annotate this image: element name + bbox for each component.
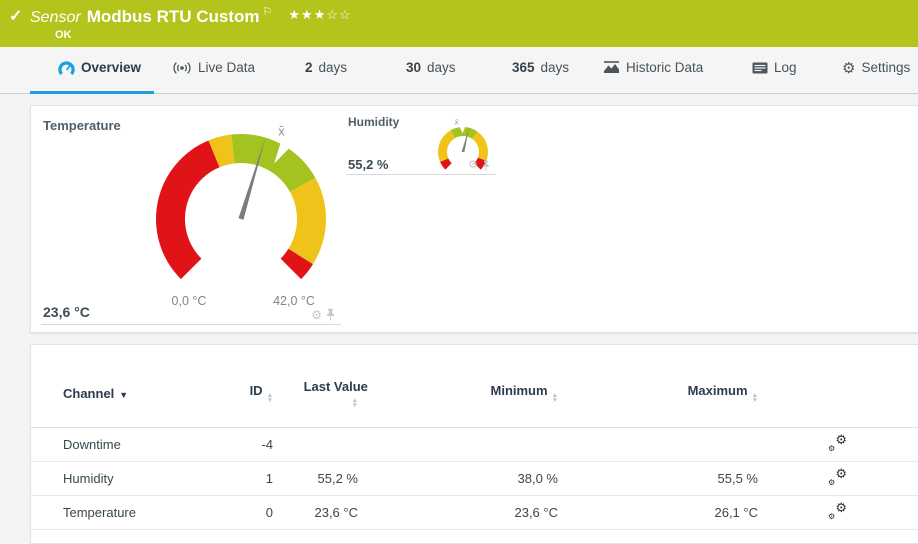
gauge-settings-gear-icon[interactable]: ⚙ xyxy=(311,309,322,321)
object-kind-label: Sensor xyxy=(30,9,81,26)
column-label: Maximum xyxy=(687,382,748,398)
temperature-gauge: x̄ xyxy=(156,124,326,280)
pin-icon[interactable] xyxy=(326,308,335,321)
column-label: Channel xyxy=(63,385,115,401)
gear-icon: ⚙ xyxy=(842,58,856,77)
flag-icon[interactable]: ⚐ xyxy=(263,6,273,18)
table-row-temperature[interactable]: Temperature 0 23,6 °C 23,6 °C 26,1 °C ⚙ ⚙ xyxy=(31,496,918,530)
tab-label: Overview xyxy=(81,60,142,75)
sort-desc-icon: ▼ xyxy=(119,389,129,400)
historic-chart-icon xyxy=(603,61,620,74)
live-data-icon xyxy=(172,61,192,75)
tab-label: Log xyxy=(774,60,797,75)
tab-2-days[interactable]: 2 days xyxy=(305,60,347,75)
tab-label: days xyxy=(540,60,570,75)
sort-icon: ▲ ▼ xyxy=(751,391,758,404)
channel-settings-icon[interactable]: ⚙ ⚙ xyxy=(828,501,847,521)
active-tab-indicator xyxy=(30,91,154,94)
gauge-min-label: 0,0 °C xyxy=(171,294,207,308)
table-row-humidity[interactable]: Humidity 1 55,2 % 38,0 % 55,5 % ⚙ ⚙ xyxy=(31,462,918,496)
tab-label: Settings xyxy=(861,60,911,75)
channel-name[interactable]: Temperature xyxy=(63,505,238,520)
channel-id: -4 xyxy=(261,437,273,452)
tab-live-data[interactable]: Live Data xyxy=(172,60,255,75)
gauge-title: Temperature xyxy=(43,118,121,133)
column-label: Last Value xyxy=(303,378,368,394)
tab-historic-data[interactable]: Historic Data xyxy=(603,60,703,75)
humidity-gauge-widget: x̄ Humidity 55,2 % ⚙ xyxy=(346,113,496,175)
tab-overview[interactable]: Overview xyxy=(58,60,141,75)
table-header-row: Channel ▼ ID ▲ ▼ Last Value ▲ ▼ Minimum ▲ ▼ Max… xyxy=(31,345,918,428)
column-header-channel[interactable]: Channel ▼ xyxy=(63,386,238,401)
temperature-gauge-widget: x̄ Temperature 0,0 °C 42,0 °C 23,6 °C ⚙ xyxy=(41,113,341,325)
channel-last-value: 55,2 % xyxy=(317,471,358,486)
tab-label: days xyxy=(318,60,348,75)
log-icon xyxy=(752,62,768,74)
svg-text:x̄: x̄ xyxy=(278,124,285,138)
channel-minimum: 23,6 °C xyxy=(514,505,558,520)
gauge-max-label: 42,0 °C xyxy=(273,294,315,308)
priority-stars[interactable]: ★★★☆☆ xyxy=(288,7,351,22)
pin-icon[interactable] xyxy=(482,160,490,171)
channel-settings-icon[interactable]: ⚙ ⚙ xyxy=(828,467,847,487)
tab-30-days[interactable]: 30 days xyxy=(406,60,456,75)
table-row-downtime[interactable]: Downtime -4 ⚙ ⚙ xyxy=(31,428,918,462)
column-header-last-value[interactable]: Last Value ▲ ▼ xyxy=(273,378,368,409)
channel-name[interactable]: Downtime xyxy=(63,437,238,452)
tab-number: 2 xyxy=(305,60,313,75)
column-label: ID xyxy=(249,382,263,398)
channel-name[interactable]: Humidity xyxy=(63,471,238,486)
tab-bar: Overview Live Data 2 days 30 days 365 da… xyxy=(0,47,918,94)
sensor-title: Modbus RTU Custom xyxy=(86,7,260,26)
gauge-icon xyxy=(58,60,75,75)
gauge-title: Humidity xyxy=(348,115,400,129)
column-header-id[interactable]: ID ▲ ▼ xyxy=(238,383,273,404)
gauge-current-value: 55,2 % xyxy=(348,157,389,172)
channel-last-value: 23,6 °C xyxy=(314,505,358,520)
sensor-status-header: ✓ Sensor Modbus RTU Custom ⚐ ★★★☆☆ OK xyxy=(0,0,918,47)
channel-maximum: 55,5 % xyxy=(717,471,758,486)
tab-label: Live Data xyxy=(198,60,256,75)
tab-number: 30 xyxy=(406,60,422,75)
channel-maximum: 26,1 °C xyxy=(714,505,758,520)
tab-365-days[interactable]: 365 days xyxy=(512,60,569,75)
gauge-current-value: 23,6 °C xyxy=(43,304,90,320)
channel-id: 1 xyxy=(265,471,273,486)
channel-id: 0 xyxy=(265,505,273,520)
tab-settings[interactable]: ⚙ Settings xyxy=(842,60,910,75)
channel-settings-icon[interactable]: ⚙ ⚙ xyxy=(828,433,847,453)
tab-label: Historic Data xyxy=(626,60,704,75)
gauges-panel: x̄ Temperature 0,0 °C 42,0 °C 23,6 °C ⚙ … xyxy=(30,105,918,333)
column-header-maximum[interactable]: Maximum ▲ ▼ xyxy=(558,383,758,404)
ok-check-icon: ✓ xyxy=(9,8,23,25)
channel-minimum: 38,0 % xyxy=(517,471,558,486)
tab-log[interactable]: Log xyxy=(752,60,797,75)
column-label: Minimum xyxy=(490,382,548,398)
svg-text:x̄: x̄ xyxy=(455,119,459,127)
tab-label: days xyxy=(427,60,456,75)
tab-number: 365 xyxy=(512,60,535,75)
channels-table-panel: Channel ▼ ID ▲ ▼ Last Value ▲ ▼ Minimum ▲ ▼ Max… xyxy=(30,344,918,544)
status-badge: OK xyxy=(55,29,72,41)
gauge-settings-gear-icon[interactable]: ⚙ xyxy=(468,159,478,171)
stars-empty[interactable]: ☆☆ xyxy=(326,7,351,22)
stars-filled[interactable]: ★★★ xyxy=(288,7,326,22)
column-header-minimum[interactable]: Minimum ▲ ▼ xyxy=(358,382,559,404)
